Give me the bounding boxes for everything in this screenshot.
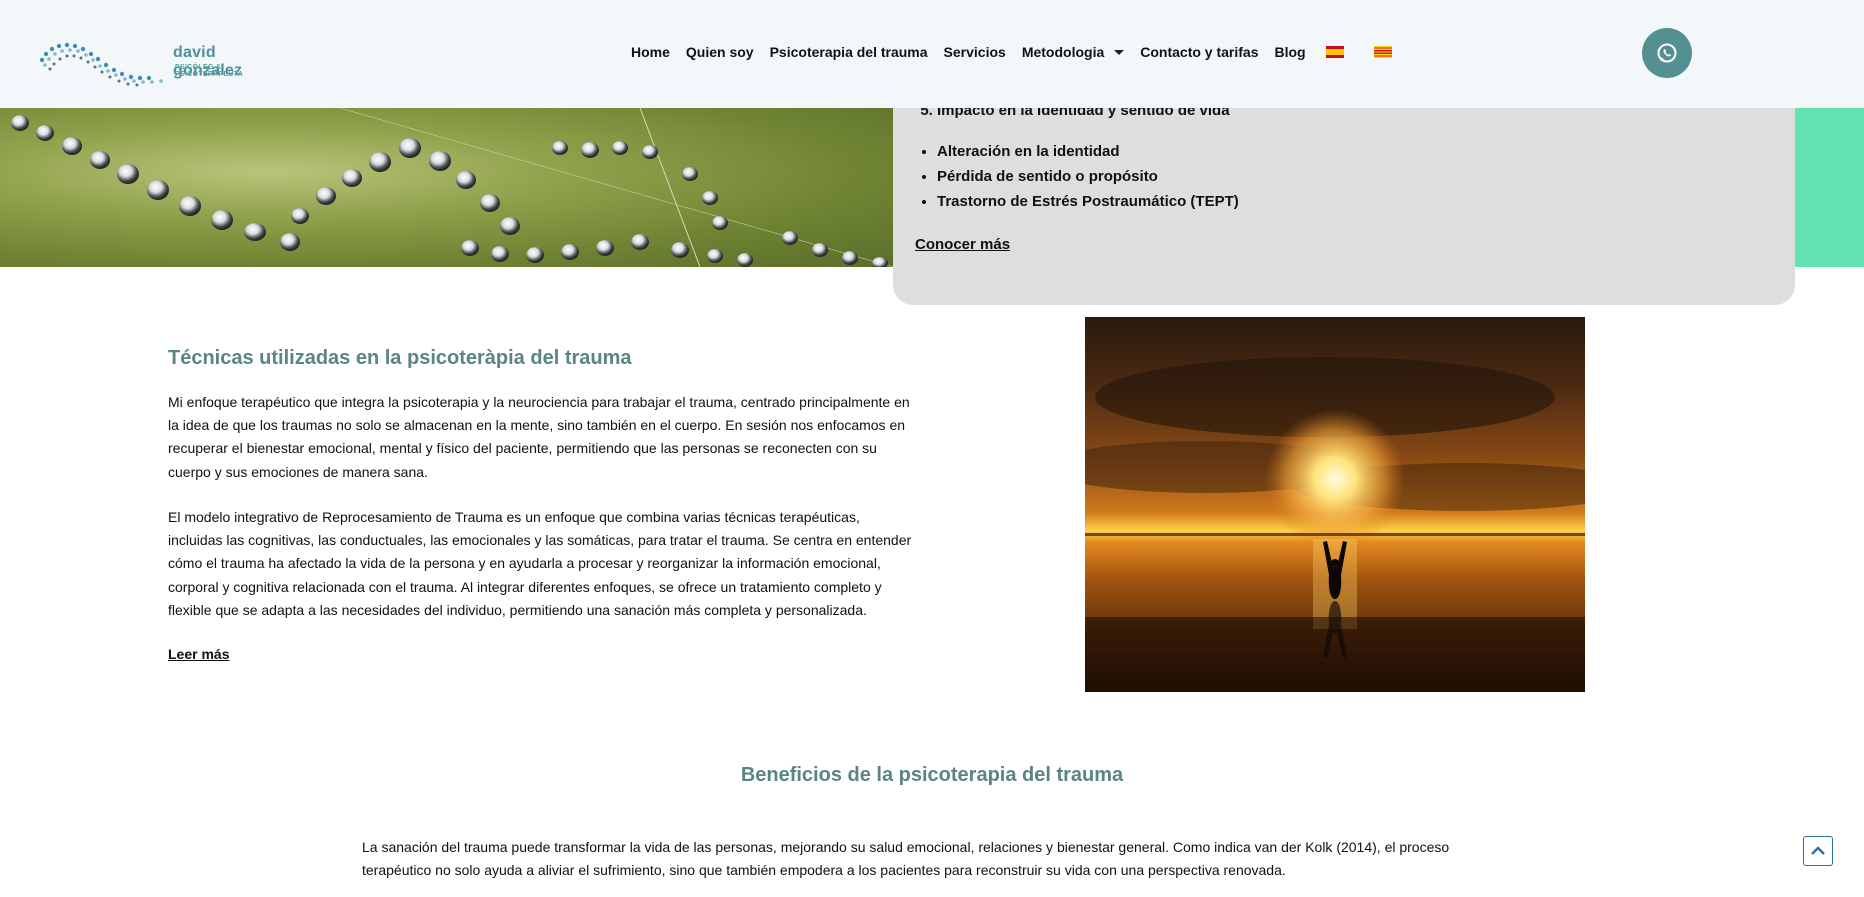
nav-item-blog[interactable]: Blog	[1275, 44, 1306, 60]
techniques-paragraph-2: El modelo integrativo de Reprocesamiento…	[168, 509, 912, 618]
leer-mas-link[interactable]: Leer más	[168, 646, 229, 662]
techniques-paragraph-1: Mi enfoque terapéutico que integra la ps…	[168, 394, 910, 480]
logo-tagline: PSICÒLEG & PSICOTERAPEUTA	[175, 64, 244, 78]
chevron-down-icon[interactable]	[1114, 49, 1125, 55]
nav-item-contacto-y-tarifas[interactable]: Contacto y tarifas	[1140, 44, 1258, 60]
chevron-up-icon	[1811, 846, 1825, 855]
logo-wave-icon	[39, 42, 163, 87]
info-card: Impacto en la identidad y sentido de vid…	[893, 80, 1795, 305]
conocer-mas-link[interactable]: Conocer más	[915, 236, 1010, 253]
nav-item-psicoterapia-del-trauma[interactable]: Psicoterapia del trauma	[770, 44, 928, 60]
hero-accent-panel	[1795, 108, 1864, 267]
site-header: david gonzalez PSICÒLEG & PSICOTERAPEUTA…	[0, 0, 1864, 108]
list-item: Alteración en la identidad	[937, 142, 1239, 161]
list-item: Trastorno de Estrés Postraumático (TEPT)	[937, 192, 1239, 211]
benefits-paragraph: La sanación del trauma puede transformar…	[362, 839, 1450, 879]
nav-item-metodologia[interactable]: Metodologia	[1021, 44, 1125, 60]
techniques-title: Técnicas utilizadas en la psicoteràpia d…	[168, 347, 632, 369]
nav-item-servicios[interactable]: Servicios	[944, 44, 1006, 60]
nav-item-metodologia-label: Metodologia	[1021, 44, 1105, 60]
nav-item-quien-soy[interactable]: Quien soy	[686, 44, 754, 60]
dewdrop-web-image	[0, 108, 893, 267]
whatsapp-button[interactable]	[1642, 28, 1692, 78]
list-item: Pérdida de sentido o propósito	[937, 167, 1239, 186]
whatsapp-icon	[1657, 43, 1677, 63]
sunset-graphic	[1085, 357, 1585, 692]
bullet-list: Alteración en la identidad Pérdida de se…	[937, 142, 1239, 217]
scroll-to-top-button[interactable]	[1803, 836, 1833, 866]
dewdrops-graphic	[11, 108, 893, 267]
benefits-title: Beneficios de la psicoterapia del trauma	[740, 764, 1124, 786]
sunset-beach-photo	[1085, 317, 1585, 692]
flag-catalonia-icon[interactable]	[1373, 46, 1392, 58]
nav-item-home[interactable]: Home	[631, 44, 670, 60]
flag-spain-icon[interactable]	[1325, 46, 1344, 58]
main-nav: Home Quien soy Psicoterapia del trauma S…	[631, 44, 1418, 60]
site-logo[interactable]: david gonzalez PSICÒLEG & PSICOTERAPEUTA	[36, 38, 286, 88]
